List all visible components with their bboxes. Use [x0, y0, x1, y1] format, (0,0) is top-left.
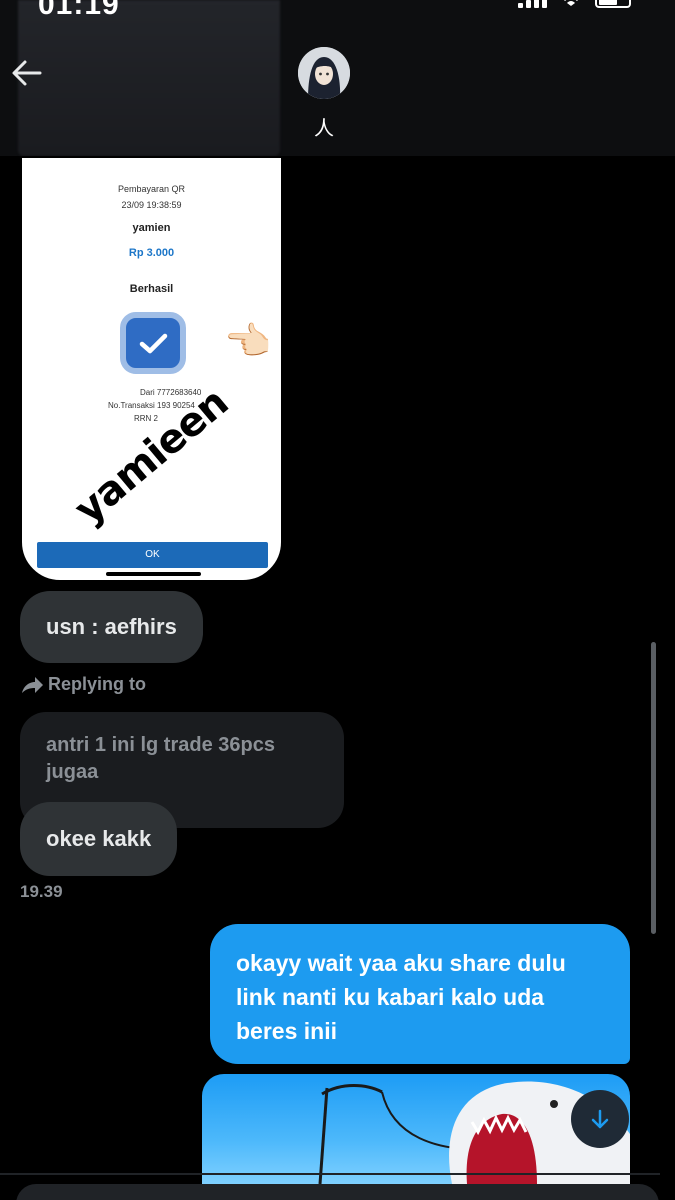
battery-icon: [595, 0, 631, 8]
receipt-status: Berhasil: [129, 283, 174, 295]
receipt-image[interactable]: Pembayaran QR 23/09 19:38:59 yamien Rp 3…: [20, 156, 283, 582]
back-button[interactable]: [10, 56, 44, 90]
receipt-ok-button: OK: [37, 542, 268, 568]
receipt-amount: Rp 3.000: [128, 247, 175, 259]
receipt-name: yamien: [132, 222, 171, 234]
message-okee[interactable]: okee kakk: [20, 802, 178, 876]
receipt-rrn: RRN 2: [134, 414, 159, 423]
scrollbar[interactable]: [651, 642, 656, 934]
chat-header: 人: [0, 0, 675, 156]
message-timestamp: 19.39: [20, 882, 63, 901]
status-time: 01:19: [38, 0, 120, 21]
contact-name[interactable]: 人: [304, 112, 344, 141]
arrow-down-icon: [591, 1109, 609, 1129]
status-icons: [518, 0, 631, 8]
check-icon: [120, 312, 186, 374]
wifi-icon: [564, 0, 578, 6]
hand-emoji: 👈🏻: [224, 321, 272, 363]
reply-arrow-icon: [22, 676, 43, 693]
scroll-down-button[interactable]: [571, 1090, 629, 1148]
receipt-title: Pembayaran QR: [117, 184, 186, 194]
receipt-date: 23/09 19:38:59: [121, 200, 182, 210]
shark-game-image: [318, 1081, 630, 1184]
replying-to-label: Replying to: [20, 674, 146, 695]
avatar-image: [298, 47, 350, 99]
blurred-region: [18, 0, 280, 156]
signal-icon: [518, 0, 547, 8]
message-usn[interactable]: usn : aefhirs: [20, 591, 203, 663]
home-indicator: [106, 572, 201, 576]
divider: [0, 1173, 660, 1175]
avatar[interactable]: [298, 47, 350, 99]
message-composer[interactable]: [16, 1184, 659, 1200]
arrow-left-icon: [12, 60, 42, 86]
message-outgoing[interactable]: okayy wait yaa aku share dulu link nanti…: [210, 924, 630, 1064]
status-bar: 01:19: [0, 0, 675, 21]
shared-media-card[interactable]: [202, 1074, 630, 1184]
replying-to-text: Replying to: [48, 674, 146, 694]
